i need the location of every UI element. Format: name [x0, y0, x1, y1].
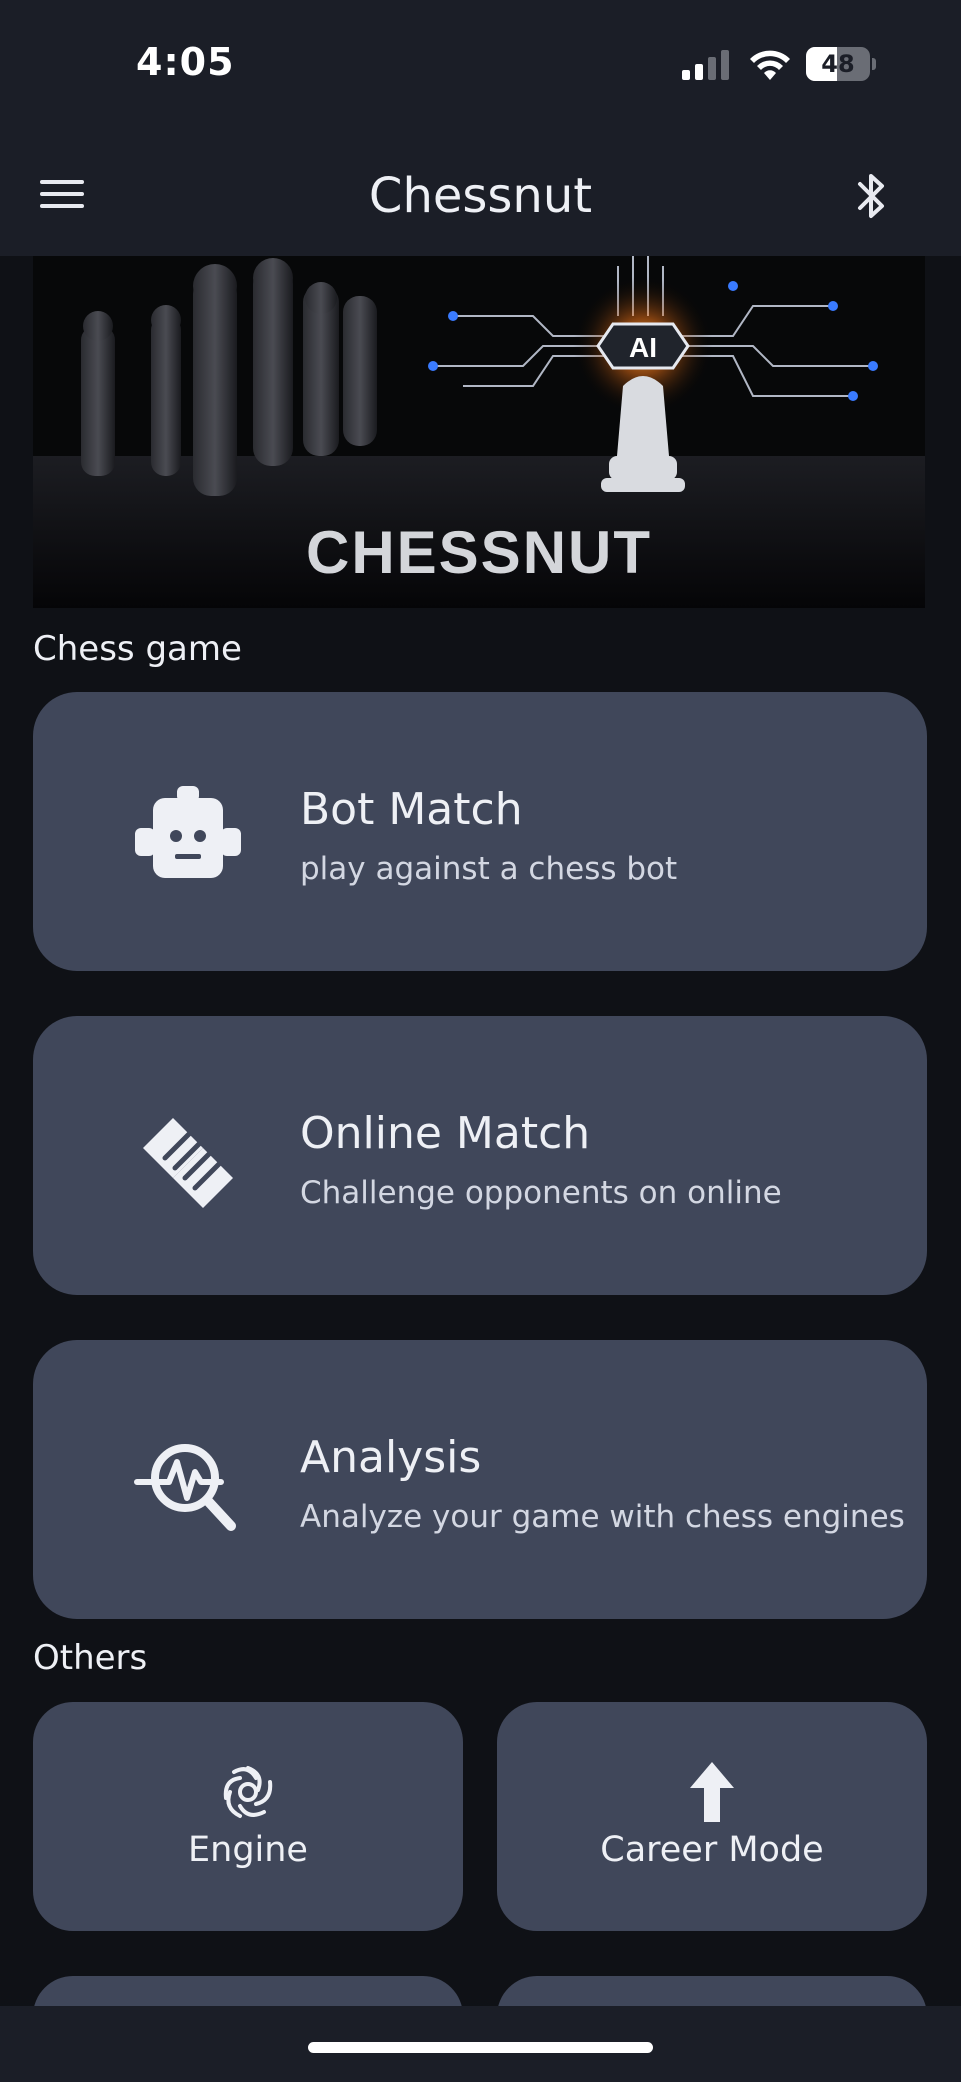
engine-tile[interactable]: Engine — [33, 1702, 463, 1931]
bottom-bar — [0, 2006, 961, 2082]
career-mode-tile[interactable]: Career Mode — [497, 1702, 927, 1931]
wifi-icon — [750, 50, 790, 80]
career-mode-label: Career Mode — [600, 1830, 824, 1870]
status-time: 4:05 — [136, 40, 235, 84]
analysis-card[interactable]: Analysis Analyze your game with chess en… — [33, 1340, 927, 1619]
bot-match-subtitle: play against a chess bot — [300, 851, 678, 887]
handshake-icon — [143, 1118, 233, 1208]
status-bar: 4:05 48 — [0, 0, 961, 130]
online-match-title: Online Match — [300, 1108, 591, 1159]
robot-icon — [135, 786, 241, 878]
online-match-subtitle: Challenge opponents on online — [300, 1175, 782, 1211]
bot-match-card[interactable]: Bot Match play against a chess bot — [33, 692, 927, 971]
engine-swirl-icon — [223, 1766, 273, 1818]
online-match-card[interactable]: Online Match Challenge opponents on onli… — [33, 1016, 927, 1295]
battery-indicator: 48 — [806, 47, 876, 81]
section-title-chess-game: Chess game — [33, 629, 242, 669]
battery-level-text: 48 — [821, 50, 855, 78]
bot-match-title: Bot Match — [300, 784, 523, 835]
banner-wordmark: CHESSNUT — [305, 519, 653, 586]
promo-banner[interactable]: AI CHESSNUT — [33, 256, 925, 608]
app-title: Chessnut — [368, 168, 593, 224]
engine-label: Engine — [188, 1830, 308, 1870]
arrow-up-icon — [690, 1762, 734, 1822]
home-indicator[interactable] — [308, 2042, 653, 2053]
app-header: Chessnut — [0, 130, 961, 256]
section-title-others: Others — [33, 1638, 148, 1678]
analysis-subtitle: Analyze your game with chess engines — [300, 1499, 905, 1535]
banner-chip-label: AI — [629, 332, 657, 363]
analysis-title: Analysis — [300, 1432, 482, 1483]
bluetooth-icon[interactable] — [852, 170, 892, 222]
cellular-signal-icon — [682, 50, 729, 80]
analysis-search-icon — [134, 1444, 236, 1531]
battery-nub — [872, 58, 876, 70]
